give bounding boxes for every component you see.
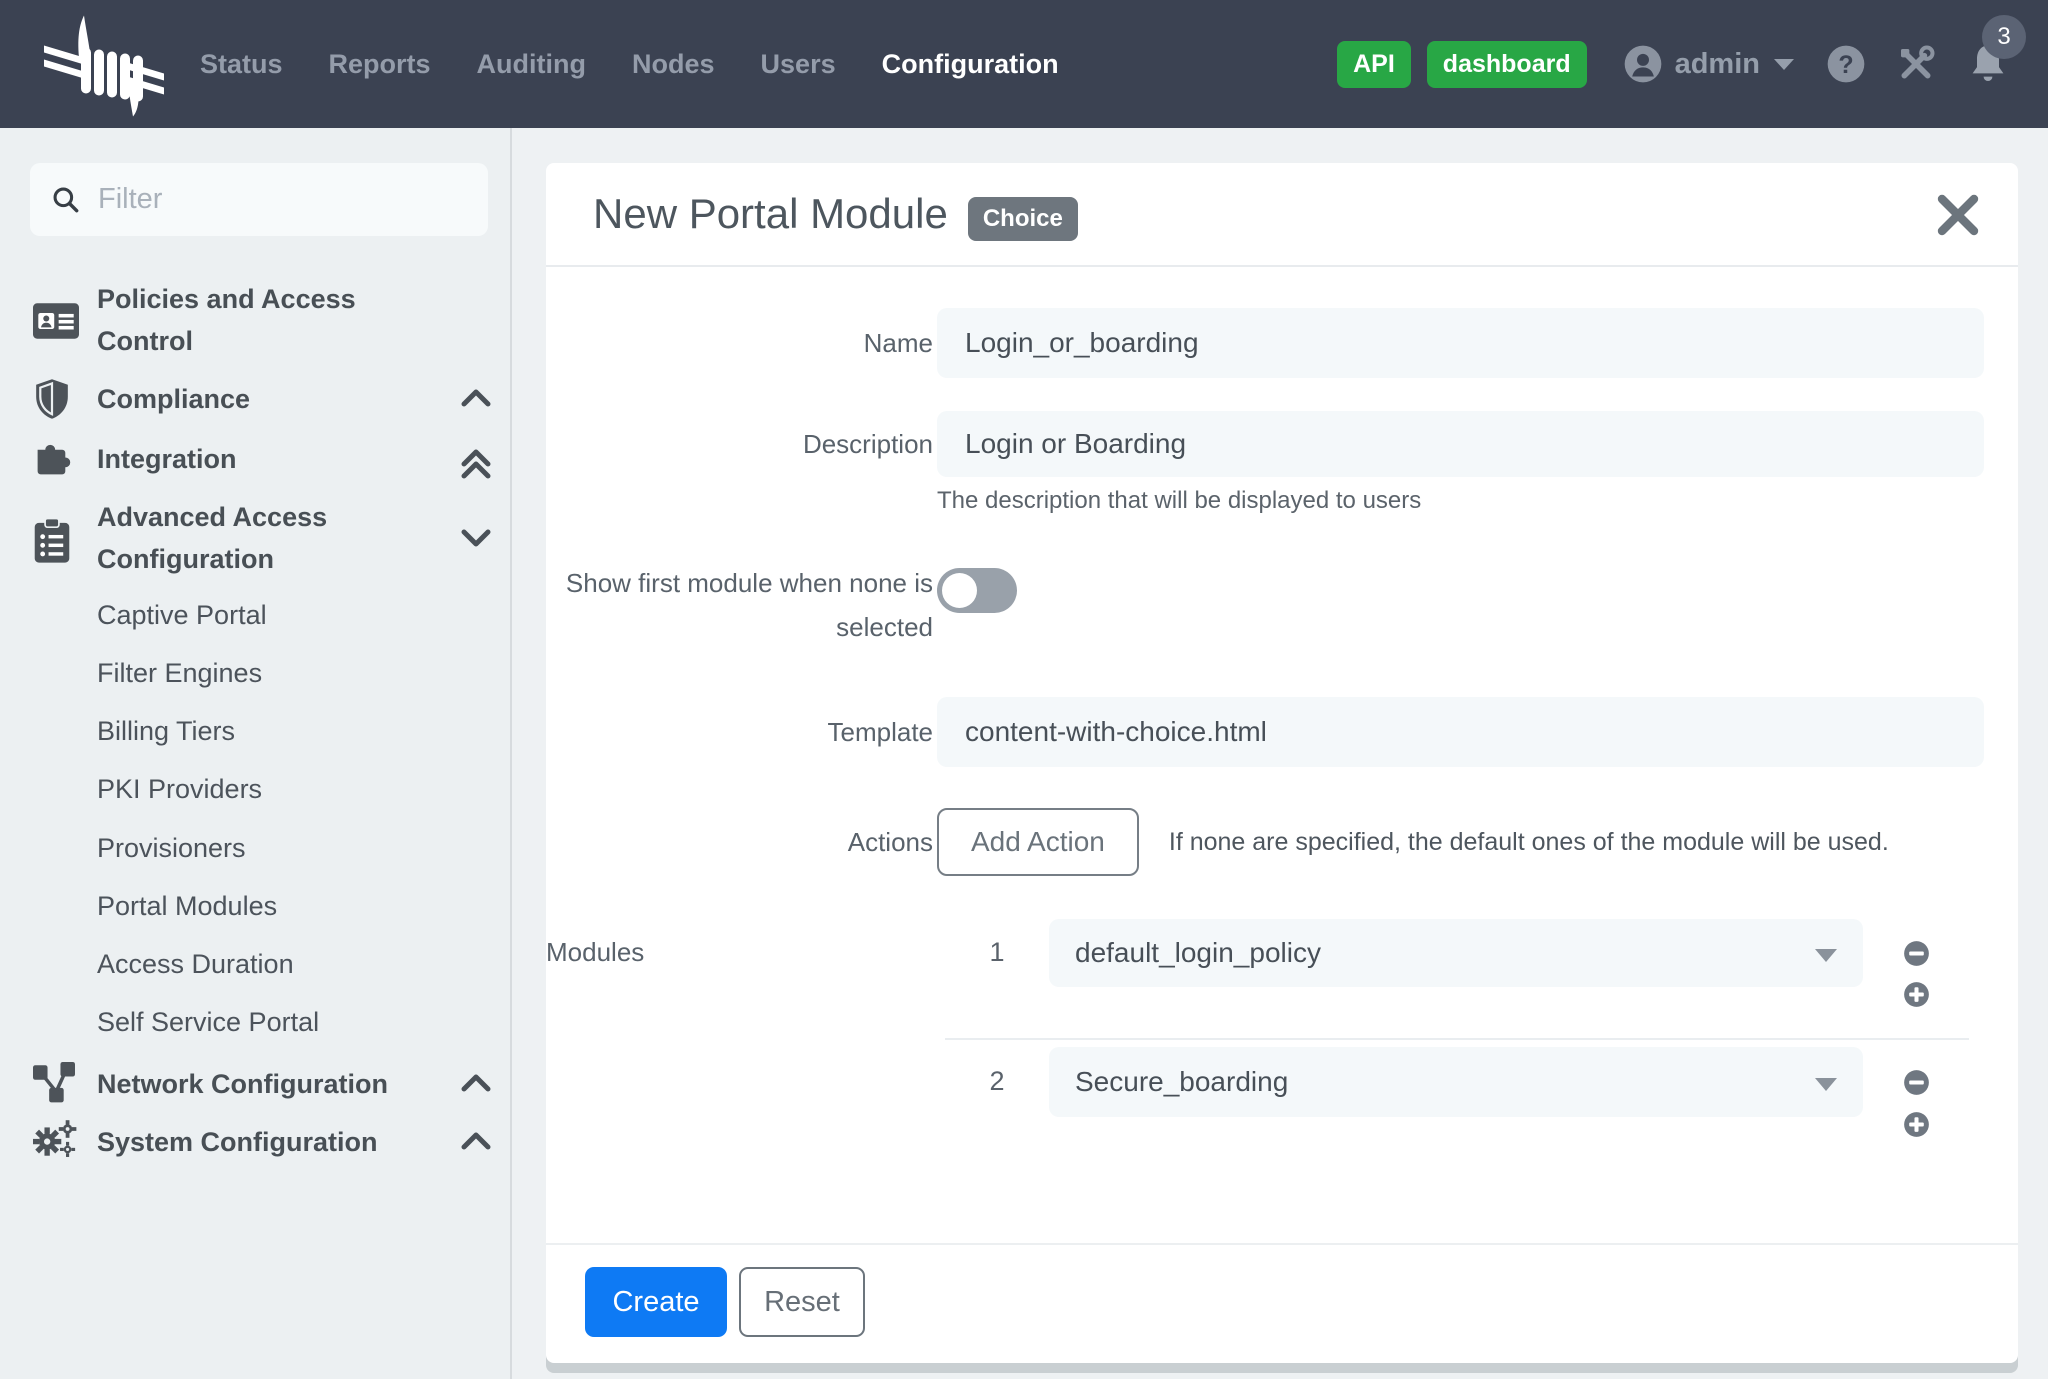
module-2-value: Secure_boarding <box>1075 1066 1288 1098</box>
sidebar-item-advanced-access-configuration[interactable]: Advanced Access Configuration <box>0 496 510 580</box>
main-nav: Status Reports Auditing Nodes Users Conf… <box>200 49 1059 80</box>
sitemap-icon <box>33 1060 75 1106</box>
nav-item-users[interactable]: Users <box>761 49 836 80</box>
filter-input[interactable] <box>98 183 468 216</box>
search-icon <box>50 184 82 216</box>
caret-down-icon <box>1815 949 1837 962</box>
clipboard-list-icon <box>33 518 71 564</box>
show-first-module-toggle[interactable] <box>937 568 1017 613</box>
sidebar-item-system-configuration[interactable]: System Configuration <box>0 1121 510 1163</box>
notification-count-badge: 3 <box>1982 15 2026 59</box>
actions-row: Actions Add Action If none are specified… <box>546 808 1984 876</box>
show-first-module-row: Show first module when none is selected <box>546 561 1984 649</box>
nav-item-auditing[interactable]: Auditing <box>477 49 586 80</box>
nav-item-configuration[interactable]: Configuration <box>882 49 1059 80</box>
create-button[interactable]: Create <box>585 1267 727 1337</box>
actions-note: If none are specified, the default ones … <box>1169 828 1889 857</box>
sidebar-item-captive-portal[interactable]: Captive Portal <box>0 595 510 635</box>
modules-label: Modules <box>546 937 644 968</box>
sidebar-item-provisioners[interactable]: Provisioners <box>0 828 510 868</box>
shield-icon <box>33 376 71 422</box>
name-input[interactable] <box>937 308 1984 378</box>
close-icon[interactable] <box>1934 191 1982 239</box>
sidebar-item-compliance[interactable]: Compliance <box>0 378 510 420</box>
module-row-number: 2 <box>967 1066 1027 1097</box>
sidebar-item-access-duration[interactable]: Access Duration <box>0 944 510 984</box>
svg-text:?: ? <box>1838 51 1853 79</box>
sidebar-item-network-configuration[interactable]: Network Configuration <box>0 1063 510 1105</box>
page-title: New Portal Module <box>593 190 948 238</box>
config-sidebar: Policies and Access Control Compliance I… <box>0 128 512 1379</box>
remove-module-1-button[interactable] <box>1903 940 1930 967</box>
name-row: Name <box>546 308 1984 378</box>
template-row: Template <box>546 697 1984 767</box>
api-badge[interactable]: API <box>1337 41 1411 88</box>
id-card-icon <box>33 298 79 344</box>
top-navbar: Status Reports Auditing Nodes Users Conf… <box>0 0 2048 128</box>
chevron-down-icon <box>460 528 492 548</box>
template-input[interactable] <box>937 697 1984 767</box>
sidebar-filter <box>30 163 488 236</box>
module-1-select[interactable]: default_login_policy <box>1049 919 1863 987</box>
username-label: admin <box>1675 48 1760 81</box>
new-portal-module-card: New Portal Module Choice Name Descriptio… <box>546 163 2018 1363</box>
tools-icon[interactable] <box>1896 44 1936 84</box>
add-action-button[interactable]: Add Action <box>937 808 1139 876</box>
module-row-number: 1 <box>967 937 1027 968</box>
nav-item-status[interactable]: Status <box>200 49 283 80</box>
remove-module-2-button[interactable] <box>1903 1069 1930 1096</box>
toggle-knob <box>942 573 977 608</box>
card-header: New Portal Module Choice <box>546 163 2018 267</box>
sidebar-item-billing-tiers[interactable]: Billing Tiers <box>0 711 510 751</box>
help-icon[interactable]: ? <box>1826 44 1866 84</box>
actions-label: Actions <box>546 827 933 858</box>
puzzle-piece-icon <box>33 436 73 482</box>
name-label: Name <box>546 328 933 359</box>
nav-item-nodes[interactable]: Nodes <box>632 49 715 80</box>
gears-icon <box>33 1117 77 1163</box>
packetfence-logo-icon[interactable] <box>44 8 164 120</box>
add-module-after-2-button[interactable] <box>1903 1111 1930 1138</box>
footer-divider <box>546 1243 2018 1245</box>
module-1-value: default_login_policy <box>1075 937 1321 969</box>
user-menu[interactable]: admin <box>1623 44 1796 84</box>
sidebar-item-self-service-portal[interactable]: Self Service Portal <box>0 1002 510 1042</box>
chevron-down-icon <box>1772 57 1796 71</box>
sidebar-item-pki-providers[interactable]: PKI Providers <box>0 769 510 809</box>
nav-item-reports[interactable]: Reports <box>329 49 431 80</box>
chevron-up-icon <box>460 388 492 408</box>
sidebar-item-filter-engines[interactable]: Filter Engines <box>0 653 510 693</box>
sidebar-item-integration[interactable]: Integration <box>0 438 510 480</box>
dashboard-badge[interactable]: dashboard <box>1427 41 1587 88</box>
user-circle-icon <box>1623 44 1663 84</box>
sidebar-item-policies-access-control[interactable]: Policies and Access Control <box>0 278 510 362</box>
chevron-up-icon <box>460 1073 492 1093</box>
show-first-module-label: Show first module when none is selected <box>546 561 933 649</box>
description-input[interactable] <box>937 411 1984 477</box>
chevron-up-icon <box>460 448 492 468</box>
modules-row-divider <box>945 1038 1969 1040</box>
sidebar-item-portal-modules[interactable]: Portal Modules <box>0 886 510 926</box>
notifications-button[interactable]: 3 <box>1966 41 2010 87</box>
module-2-select[interactable]: Secure_boarding <box>1049 1047 1863 1117</box>
template-label: Template <box>546 717 933 748</box>
add-module-after-1-button[interactable] <box>1903 981 1930 1008</box>
description-help-text: The description that will be displayed t… <box>937 487 1421 515</box>
chevron-up-icon <box>460 1131 492 1151</box>
caret-down-icon <box>1815 1078 1837 1091</box>
description-label: Description <box>546 429 933 460</box>
reset-button[interactable]: Reset <box>739 1267 865 1337</box>
module-type-badge: Choice <box>968 197 1078 241</box>
description-row: Description <box>546 411 1984 477</box>
